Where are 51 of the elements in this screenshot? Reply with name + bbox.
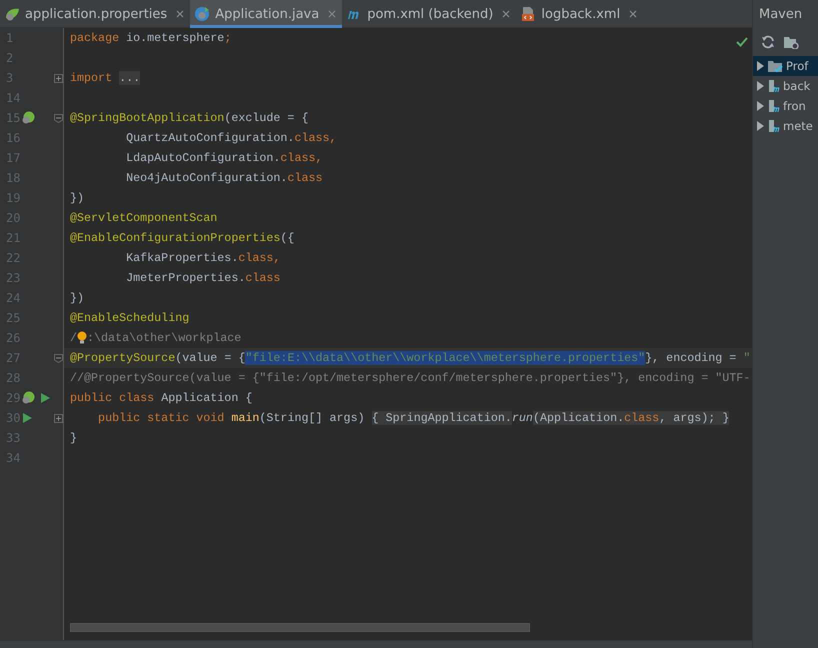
bean-icon [21, 111, 35, 125]
code-line: @SpringBootApplication(exclude = { [69, 110, 308, 127]
close-icon[interactable] [328, 10, 336, 18]
fold-collapse-icon[interactable] [54, 354, 63, 362]
code-line: }) [69, 190, 84, 207]
code-line: package io.metersphere; [69, 30, 232, 47]
code-line: JmeterProperties.class [125, 270, 280, 287]
leaf-icon [4, 6, 20, 22]
tree-item[interactable]: fron [753, 96, 818, 116]
code-line: public class Application { [69, 390, 252, 407]
maven-module-icon [767, 78, 781, 94]
folder-gear-icon[interactable] [783, 35, 799, 49]
tree-item[interactable]: back [753, 76, 818, 96]
fold-collapse-icon[interactable] [54, 114, 63, 122]
code-line: } [69, 430, 78, 447]
close-icon[interactable] [176, 10, 184, 18]
run-icon[interactable] [39, 392, 51, 404]
code-line: public static void main(String[] args) { SpringApplication.run(Application.class, args); } [97, 410, 730, 427]
refresh-icon[interactable] [761, 35, 775, 49]
close-icon[interactable] [502, 10, 510, 18]
editor-tab[interactable]: Application.java [190, 0, 342, 28]
code-line: KafkaProperties.class, [125, 250, 280, 267]
editor-tab[interactable]: logback.xml [516, 0, 644, 28]
editor-tab[interactable]: pom.xml (backend) [342, 0, 516, 28]
editor-tab[interactable]: application.properties [0, 0, 190, 28]
xml-file-icon [520, 6, 536, 22]
class-icon [194, 6, 210, 22]
code-line: LdapAutoConfiguration.class, [125, 150, 323, 167]
fold-expand-icon[interactable] [54, 414, 63, 422]
maven-module-icon [767, 98, 781, 114]
maven-module-icon [767, 118, 781, 134]
code-line: Neo4jAutoConfiguration.class [125, 170, 323, 187]
code-line: import ... [69, 70, 140, 87]
tree-item[interactable]: mete [753, 116, 818, 136]
check-icon [736, 37, 748, 47]
code-line: / :\data\other\workplace [69, 330, 242, 347]
code-line: @EnableConfigurationProperties({ [69, 230, 294, 247]
close-icon[interactable] [629, 10, 638, 18]
code-line: //@PropertySource(value = {"file:/opt/metersphere/conf/metersphere.properties"}, encoding = "UTF- [69, 370, 750, 387]
folder-check-icon [767, 58, 784, 74]
tree-item[interactable]: Prof [753, 56, 818, 76]
code-line: @ServletComponentScan [69, 210, 218, 227]
fold-expand-icon[interactable] [54, 74, 63, 82]
run-icon[interactable] [21, 412, 33, 424]
lightbulb-icon[interactable] [77, 331, 88, 345]
bean-icon [21, 391, 35, 405]
code-line: }) [69, 290, 84, 307]
scrollbar[interactable] [70, 623, 530, 632]
code-line: @EnableScheduling [69, 310, 190, 327]
code-line: QuartzAutoConfiguration.class, [125, 130, 337, 147]
panel-title: Maven [758, 6, 804, 24]
